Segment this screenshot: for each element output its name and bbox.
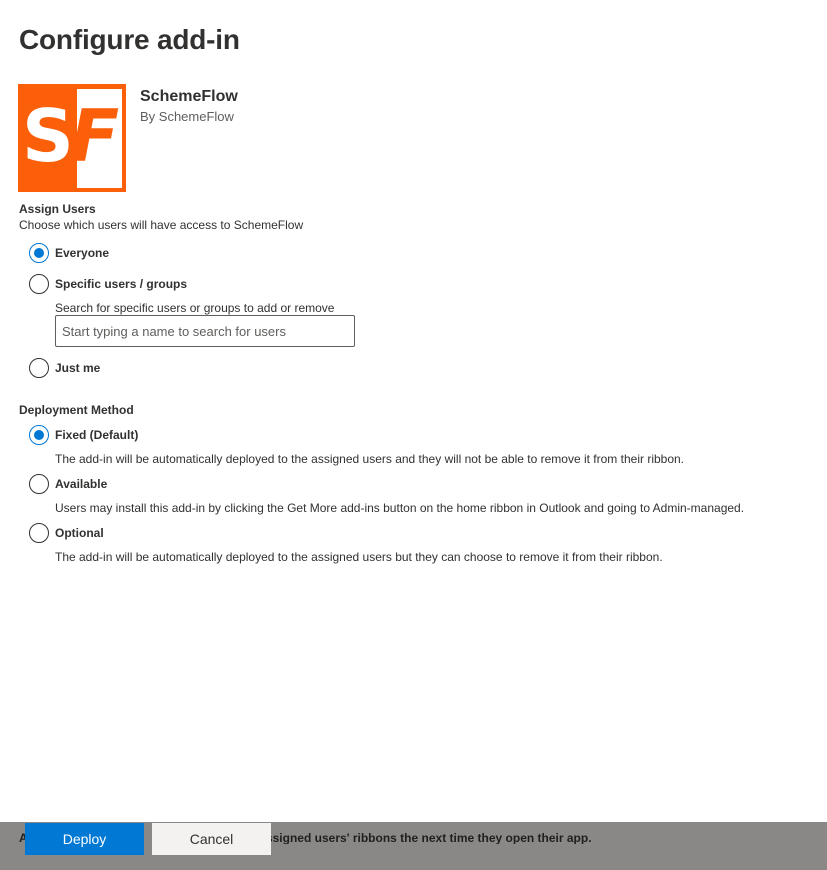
optional-description: The add-in will be automatically deploye…	[55, 550, 663, 564]
radio-button-unchecked-icon[interactable]	[29, 358, 49, 378]
app-name: SchemeFlow	[140, 88, 238, 105]
deploy-button[interactable]: Deploy	[25, 823, 144, 855]
radio-just-me[interactable]: Just me	[29, 358, 100, 378]
radio-button-checked-icon[interactable]	[29, 425, 49, 445]
app-publisher: By SchemeFlow	[140, 109, 234, 124]
radio-specific-users-groups-label: Specific users / groups	[55, 277, 188, 291]
radio-button-unchecked-icon[interactable]	[29, 274, 49, 294]
fixed-description: The add-in will be automatically deploye…	[55, 452, 685, 466]
page-title: Configure add-in	[19, 24, 240, 55]
radio-specific-users-groups[interactable]: Specific users / groups	[29, 274, 187, 294]
cancel-button[interactable]: Cancel	[152, 823, 271, 855]
radio-fixed-default[interactable]: Fixed (Default)	[29, 425, 138, 445]
radio-optional-label: Optional	[55, 526, 104, 540]
logo-letter-s: S	[22, 94, 74, 178]
logo-letter-f: F	[70, 94, 120, 178]
available-description: Users may install this add-in by clickin…	[55, 501, 745, 515]
schemeflow-logo-icon: S F	[18, 84, 126, 192]
app-header: S F SchemeFlow By SchemeFlow	[18, 84, 278, 192]
radio-available[interactable]: Available	[29, 474, 107, 494]
deployment-method-title: Deployment Method	[19, 403, 134, 417]
radio-everyone-label: Everyone	[55, 246, 110, 260]
search-users-hint: Search for specific users or groups to a…	[55, 301, 335, 315]
footer-bar: A le available on assigned users' ribbon…	[0, 822, 827, 870]
user-search-input[interactable]	[55, 315, 355, 347]
radio-everyone[interactable]: Everyone	[29, 243, 109, 263]
radio-button-checked-icon[interactable]	[29, 243, 49, 263]
radio-button-unchecked-icon[interactable]	[29, 474, 49, 494]
radio-fixed-default-label: Fixed (Default)	[55, 428, 139, 442]
radio-available-label: Available	[55, 477, 108, 491]
assign-users-description: Choose which users will have access to S…	[19, 218, 304, 232]
radio-optional[interactable]: Optional	[29, 523, 104, 543]
radio-just-me-label: Just me	[55, 361, 101, 375]
assign-users-title: Assign Users	[19, 202, 96, 216]
radio-button-unchecked-icon[interactable]	[29, 523, 49, 543]
